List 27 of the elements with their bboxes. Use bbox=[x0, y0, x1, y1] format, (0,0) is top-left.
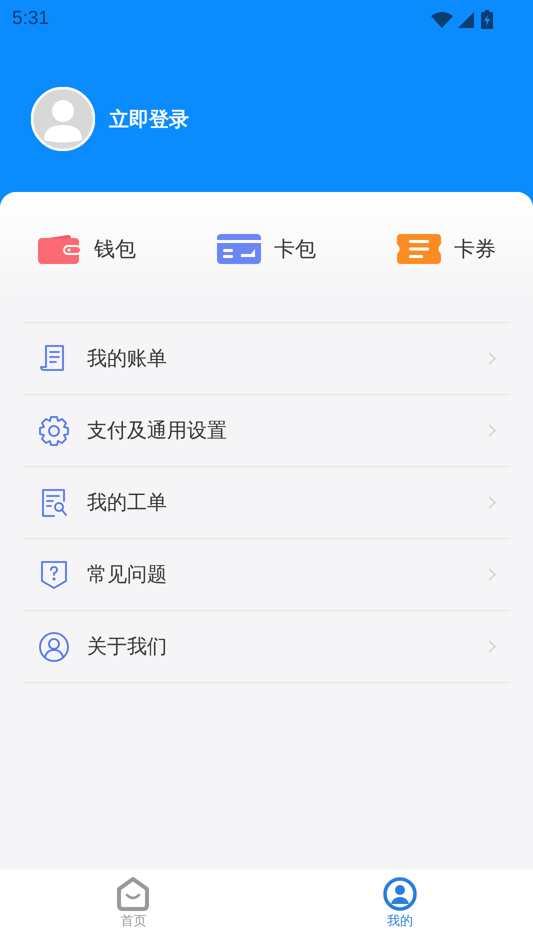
wifi-icon bbox=[431, 10, 453, 28]
menu-item[interactable]: 支付及通用设置 bbox=[23, 395, 510, 467]
wallet-icon bbox=[38, 234, 81, 264]
card-icon bbox=[217, 234, 261, 264]
tab-item[interactable]: 我的 bbox=[364, 877, 435, 931]
shortcut-button[interactable]: 卡包 bbox=[217, 234, 316, 264]
ticket-icon bbox=[397, 234, 441, 264]
chevron-icon bbox=[488, 424, 496, 437]
chevron-icon bbox=[488, 352, 496, 365]
avatar-icon[interactable] bbox=[31, 87, 95, 151]
user-icon bbox=[38, 630, 70, 662]
shortcut-button[interactable]: 钱包 bbox=[38, 234, 136, 264]
menu-item[interactable]: 关于我们 bbox=[23, 611, 510, 683]
chevron-icon bbox=[488, 496, 496, 509]
battery-icon bbox=[481, 10, 493, 28]
signal-icon bbox=[458, 10, 476, 28]
menu-item[interactable]: 我的账单 bbox=[23, 323, 510, 395]
chevron-icon bbox=[488, 640, 496, 653]
question-shield-icon bbox=[38, 558, 70, 590]
chevron-icon bbox=[488, 568, 496, 581]
menu-item[interactable]: 常见问题 bbox=[23, 539, 510, 611]
user-icon bbox=[382, 877, 418, 911]
home-icon bbox=[115, 877, 152, 911]
shortcut-button[interactable]: 卡券 bbox=[397, 234, 496, 264]
status-time: 5:31 bbox=[12, 8, 49, 30]
settings-icon bbox=[38, 414, 70, 446]
menu-item[interactable]: 我的工单 bbox=[23, 467, 510, 539]
